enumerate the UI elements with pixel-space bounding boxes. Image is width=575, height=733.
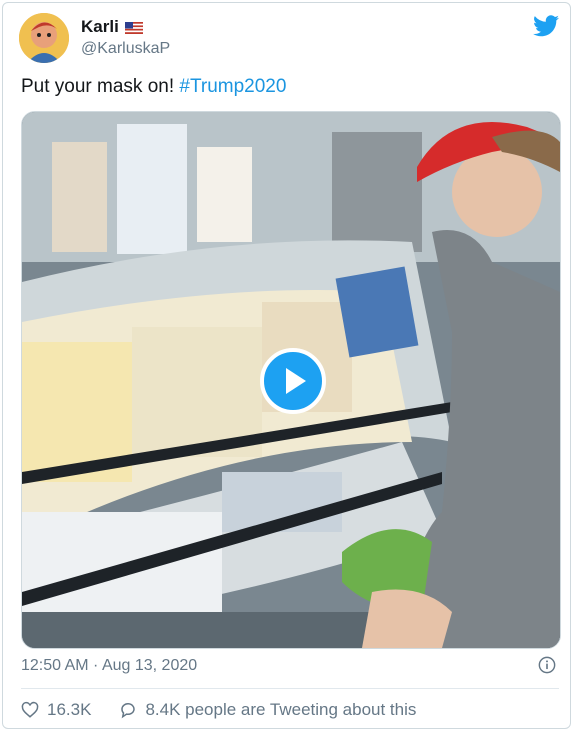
play-button[interactable] — [260, 348, 326, 414]
heart-icon — [21, 701, 39, 718]
conversation-count: 8.4K people are Tweeting about this — [145, 700, 417, 719]
display-name[interactable]: Karli — [81, 17, 119, 37]
video-media[interactable] — [21, 111, 561, 649]
tweet-actions: 16.3K 8.4K people are Tweeting about thi… — [21, 700, 444, 720]
like-count: 16.3K — [47, 700, 92, 719]
tweet-header: Karli @KarluskaP — [19, 13, 559, 65]
tweet-text: Put your mask on! #Trump2020 — [21, 76, 286, 98]
conversation-button[interactable]: 8.4K people are Tweeting about this — [119, 700, 416, 720]
tweet-card: Karli @KarluskaP Put your mask on! #Trum… — [2, 2, 571, 729]
like-button[interactable]: 16.3K — [21, 700, 91, 720]
play-icon — [286, 368, 306, 394]
divider — [21, 688, 559, 689]
name-row: Karli — [81, 17, 143, 37]
tweet-text-body: Put your mask on! — [21, 76, 180, 97]
tweet-timestamp[interactable]: 12:50 AM · Aug 13, 2020 — [21, 657, 197, 675]
reply-icon — [121, 703, 136, 719]
hashtag-link[interactable]: #Trump2020 — [179, 76, 286, 97]
avatar[interactable] — [19, 13, 69, 63]
user-handle[interactable]: @KarluskaP — [81, 40, 170, 58]
us-flag-icon — [124, 21, 143, 34]
info-icon[interactable] — [538, 656, 556, 674]
twitter-bird-icon[interactable] — [533, 15, 559, 37]
